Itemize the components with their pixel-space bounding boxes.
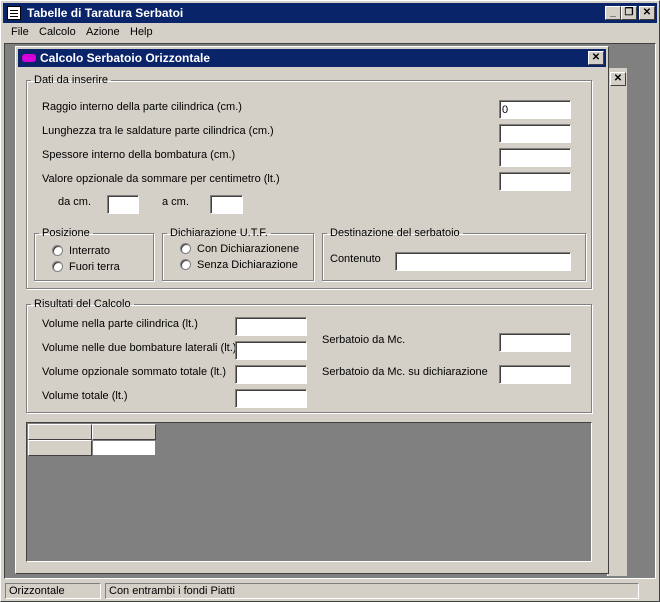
radio-fuori-terra[interactable] — [52, 261, 63, 272]
menu-bar: File Calcolo Azione Help — [3, 24, 657, 42]
destinazione-legend: Destinazione del serbatoio — [330, 227, 460, 239]
a-cm-label: a cm. — [162, 196, 189, 208]
volume-opzionale-output[interactable] — [235, 365, 307, 384]
status-panel-type: Orizzontale — [5, 583, 101, 599]
contenuto-label: Contenuto — [330, 253, 381, 265]
child-close-button[interactable]: ✕ — [588, 51, 604, 65]
radio-senza-dichiarazione[interactable] — [180, 259, 191, 270]
close-button[interactable]: ✕ — [639, 6, 655, 20]
raggio-label: Raggio interno della parte cilindrica (c… — [42, 101, 242, 113]
volume-cilindrica-output[interactable] — [235, 317, 307, 336]
title-bar: Tabelle di Taratura Serbatoi _ ❐ ✕ — [3, 3, 657, 23]
grid-row-header[interactable] — [28, 440, 92, 456]
results-grid[interactable] — [26, 422, 592, 562]
status-bar: Orizzontale Con entrambi i fondi Piatti — [3, 581, 657, 599]
calcolo-window: Calcolo Serbatoio Orizzontale ✕ Dati da … — [15, 46, 609, 574]
risultati-legend: Risultati del Calcolo — [34, 298, 131, 310]
serbatoio-mc-output[interactable] — [499, 333, 571, 352]
spessore-label: Spessore interno della bombatura (cm.) — [42, 149, 236, 161]
volume-bombature-output[interactable] — [235, 341, 307, 360]
menu-azione[interactable]: Azione — [86, 26, 120, 38]
lunghezza-label: Lunghezza tra le saldature parte cilindr… — [42, 125, 274, 137]
input-data-legend: Dati da inserire — [34, 74, 108, 86]
a-cm-input[interactable] — [210, 195, 243, 214]
contenuto-input[interactable] — [395, 252, 571, 271]
volume-totale-output[interactable] — [235, 389, 307, 408]
child-window-title: Calcolo Serbatoio Orizzontale — [40, 51, 211, 65]
menu-file[interactable]: File — [11, 26, 29, 38]
menu-calcolo[interactable]: Calcolo — [39, 26, 76, 38]
serbatoio-mc-dichiarazione-label: Serbatoio da Mc. su dichiarazione — [322, 366, 488, 378]
resize-grip-icon[interactable] — [643, 585, 655, 597]
volume-totale-label: Volume totale (lt.) — [42, 390, 128, 402]
serbatoio-mc-dichiarazione-output[interactable] — [499, 365, 571, 384]
volume-cilindrica-label: Volume nella parte cilindrica (lt.) — [42, 318, 198, 330]
grid-cell[interactable] — [92, 440, 156, 456]
volume-opzionale-label: Volume opzionale sommato totale (lt.) — [42, 366, 227, 378]
minimize-button[interactable]: _ — [605, 6, 621, 20]
da-cm-label: da cm. — [58, 196, 92, 208]
interrato-label: Interrato — [69, 245, 110, 257]
valore-opzionale-label: Valore opzionale da sommare per centimet… — [42, 173, 280, 185]
da-cm-input[interactable] — [107, 195, 139, 214]
child-title-bar: Calcolo Serbatoio Orizzontale ✕ — [18, 49, 606, 67]
restore-button[interactable]: ❐ — [621, 6, 637, 20]
valore-opzionale-input[interactable] — [499, 172, 571, 191]
dichiarazione-legend: Dichiarazione U.T.F. — [170, 227, 268, 239]
con-dichiarazione-label: Con Dichiarazionene — [197, 243, 300, 255]
main-window: Tabelle di Taratura Serbatoi _ ❐ ✕ File … — [0, 0, 660, 602]
posizione-legend: Posizione — [42, 227, 90, 239]
serbatoio-mc-label: Serbatoio da Mc. — [322, 334, 406, 346]
spessore-input[interactable] — [499, 148, 571, 167]
menu-help[interactable]: Help — [130, 26, 153, 38]
volume-bombature-label: Volume nelle due bombature laterali (lt.… — [42, 342, 237, 354]
lunghezza-input[interactable] — [499, 124, 571, 143]
mdi-client-area: ✕ Calcolo Serbatoio Orizzontale ✕ Dati d… — [4, 43, 656, 579]
child-window-icon — [22, 54, 36, 62]
grid-header-cell[interactable] — [28, 424, 92, 440]
radio-con-dichiarazione[interactable] — [180, 243, 191, 254]
radio-interrato[interactable] — [52, 245, 63, 256]
background-window-close-button[interactable]: ✕ — [610, 72, 626, 86]
status-panel-description: Con entrambi i fondi Piatti — [105, 583, 639, 599]
app-icon — [7, 6, 21, 20]
window-title: Tabelle di Taratura Serbatoi — [27, 6, 184, 20]
grid-header-cell[interactable] — [92, 424, 156, 440]
raggio-input[interactable] — [499, 100, 571, 119]
senza-dichiarazione-label: Senza Dichiarazione — [197, 259, 298, 271]
fuori-terra-label: Fuori terra — [69, 261, 120, 273]
background-child-window: ✕ — [607, 68, 627, 576]
